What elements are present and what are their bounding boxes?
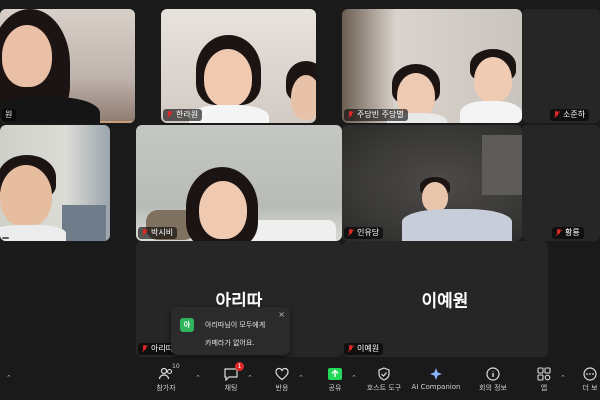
shelf [100, 121, 135, 123]
pillow [246, 220, 336, 241]
participant-face [0, 165, 52, 227]
participant-name-tag [2, 237, 9, 239]
shield-icon [376, 366, 392, 381]
participants-icon: 10 [158, 363, 180, 380]
participant-name: 아리따 [151, 344, 174, 353]
participant-name: 인유당 [357, 228, 380, 237]
notification-message: 카메라가 없어요. [205, 339, 255, 347]
participant-face [204, 49, 252, 107]
ai-companion-label: AI Companion [411, 383, 461, 391]
participant-name-tag: 인유당 [344, 227, 384, 239]
video-tile[interactable]: 이예원 이예원 [342, 241, 548, 357]
more-button[interactable]: 더 보 [580, 366, 600, 398]
window [62, 205, 106, 241]
participant-name-tag: 이예원 [344, 343, 384, 355]
chevron-up-icon[interactable]: ⌃ [195, 374, 201, 382]
more-icon [582, 366, 598, 381]
participant-face [291, 75, 316, 120]
participant-face [199, 181, 247, 239]
participant-name: 황룡 [565, 228, 580, 237]
participant-name-tag: 주당빈 주당별 [344, 109, 408, 121]
video-tile[interactable] [0, 125, 110, 241]
participant-body [0, 225, 66, 241]
mic-muted-icon [347, 229, 354, 237]
apps-label: 앱 [540, 384, 548, 392]
notification-title: 아리따님이 모두에게 [205, 321, 266, 329]
mic-muted-icon [553, 111, 560, 119]
video-gallery: 원 한라원 주당빈 주당별 소준하 박시비 인유당 황룡 아리따 아리따 이예원… [0, 0, 600, 358]
meeting-info-button[interactable]: 회의 정보 [476, 366, 510, 398]
video-tile[interactable]: 한라원 [161, 9, 316, 123]
chat-notification[interactable]: 아 아리따님이 모두에게 카메라가 없어요. × [171, 307, 290, 355]
participant-name-tag: 원 [2, 109, 17, 121]
meeting-toolbar: ⌃ 10 참가자 ⌃ 1 채팅 ⌃ 반응 ⌃ 공유 ⌃ 호스트 도구 AI Co… [0, 358, 600, 400]
participant-name-tag: 황룡 [552, 227, 584, 239]
mic-muted-icon [347, 111, 354, 119]
reactions-label: 반응 [275, 384, 289, 392]
more-label: 더 보 [582, 384, 598, 392]
participant-name: 원 [5, 110, 13, 119]
participant-name-tag: 한라원 [163, 109, 203, 121]
info-icon [485, 366, 501, 381]
participant-body [402, 209, 512, 241]
video-tile[interactable]: 원 [0, 9, 135, 123]
sparkle-icon [428, 366, 444, 380]
heart-icon [274, 366, 290, 381]
participant-name: 한라원 [176, 110, 199, 119]
meeting-info-label: 회의 정보 [479, 384, 507, 392]
participant-name: 주당빈 주당별 [357, 110, 404, 119]
mic-muted-icon [555, 229, 562, 237]
chevron-up-icon[interactable]: ⌃ [6, 374, 12, 382]
apps-icon [536, 366, 552, 381]
participant-name-tag: 박시비 [138, 227, 178, 239]
host-tools-button[interactable]: 호스트 도구 [362, 366, 406, 398]
background-object [482, 135, 522, 195]
mic-muted-icon [141, 229, 148, 237]
chevron-up-icon[interactable]: ⌃ [298, 374, 304, 382]
video-tile[interactable]: 주당빈 주당별 [342, 9, 522, 123]
mic-muted-icon [347, 345, 354, 353]
share-button[interactable]: 공유 [323, 366, 347, 398]
share-icon [327, 366, 343, 380]
host-tools-label: 호스트 도구 [366, 384, 402, 392]
participant-name: 소준하 [563, 110, 586, 119]
participant-face [474, 57, 512, 103]
chevron-up-icon[interactable]: ⌃ [351, 374, 357, 382]
participant-name-tag: 소준하 [550, 109, 590, 121]
mic-muted-icon [166, 111, 173, 119]
chat-label: 채팅 [224, 384, 238, 392]
video-tile[interactable]: 인유당 [342, 125, 522, 241]
avatar: 아 [180, 318, 194, 332]
close-icon[interactable]: × [278, 310, 285, 319]
participant-count: 10 [172, 363, 180, 370]
participant-face [2, 25, 52, 87]
apps-button[interactable]: 앱 [534, 366, 554, 398]
participant-name: 이예원 [357, 344, 380, 353]
participants-button[interactable]: 10 참가자 [153, 363, 180, 398]
reactions-button[interactable]: 반응 [270, 366, 294, 398]
participant-name: 박시비 [151, 228, 174, 237]
unread-badge: 1 [235, 362, 244, 371]
chevron-up-icon[interactable]: ⌃ [560, 374, 566, 382]
video-tile[interactable]: 박시비 [136, 125, 342, 241]
participants-label: 참가자 [156, 384, 176, 392]
share-label: 공유 [328, 384, 342, 392]
ai-companion-button[interactable]: AI Companion [410, 366, 462, 398]
chevron-up-icon[interactable]: ⌃ [247, 374, 253, 382]
participant-body [460, 101, 522, 123]
participant-display-name: 이예원 [421, 291, 469, 312]
chat-button[interactable]: 1 채팅 [219, 362, 244, 398]
chat-icon: 1 [223, 362, 244, 382]
video-tile[interactable]: 소준하 [522, 9, 600, 123]
mic-muted-icon [141, 345, 148, 353]
video-tile[interactable]: 황룡 [522, 125, 600, 241]
participant-face [422, 182, 448, 212]
